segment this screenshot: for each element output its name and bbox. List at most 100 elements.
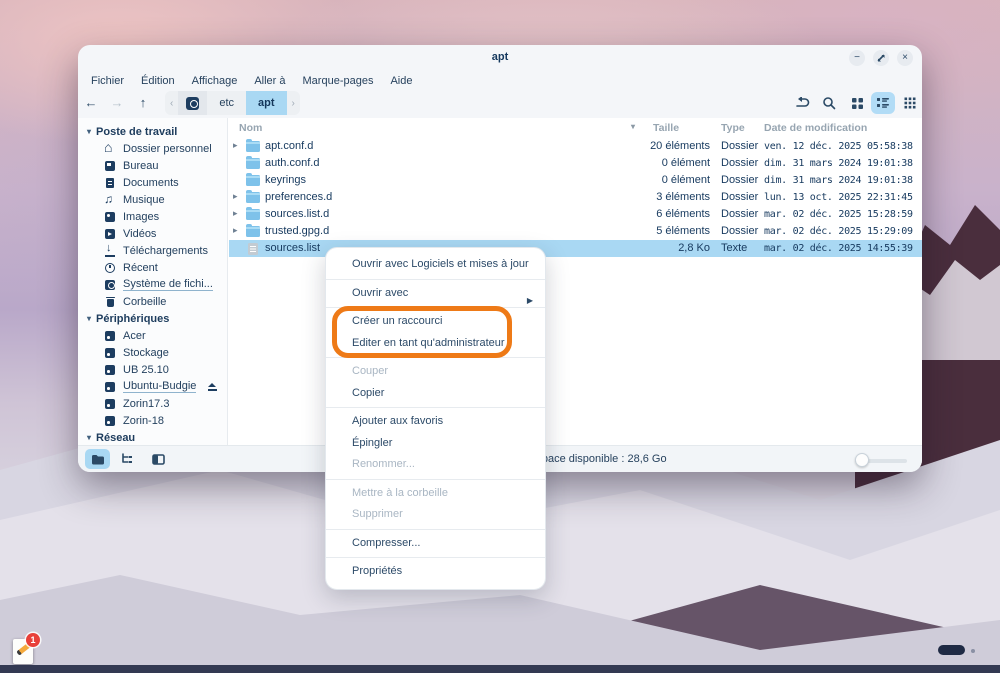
file-type: Dossier xyxy=(721,140,758,152)
menubar-item-marque-pages[interactable]: Marque-pages xyxy=(303,75,374,87)
sidebar-item-dossier-personnel[interactable]: Dossier personnel xyxy=(78,140,227,157)
context-menu: Ouvrir avec Logiciels et mises à jour Ouv… xyxy=(325,247,546,590)
sidebar-item-musique[interactable]: Musique xyxy=(78,191,227,208)
close-button[interactable]: × xyxy=(897,50,913,66)
breadcrumb-left-chevron-icon[interactable]: ‹ xyxy=(165,91,178,115)
sidebar-section-r-seau[interactable]: ▾Réseau xyxy=(78,429,227,445)
icon-view-icon xyxy=(851,97,864,110)
column-header-size[interactable]: Taille xyxy=(653,122,679,134)
menu-item-couper: Couper xyxy=(326,361,545,383)
file-name: preferences.d xyxy=(265,191,332,203)
sidebar-item-syst-me-de-fichi-[interactable]: Système de fichi... xyxy=(78,276,227,293)
compact-view-button[interactable] xyxy=(898,92,922,114)
sidebar-item-corbeille[interactable]: Corbeille xyxy=(78,293,227,310)
panel-dot-indicator[interactable] xyxy=(971,649,975,653)
zoom-slider-knob[interactable] xyxy=(855,453,869,467)
sidebar-item-label: Récent xyxy=(123,262,158,274)
menu-item-ajouter-aux-favoris[interactable]: Ajouter aux favoris xyxy=(326,411,545,433)
expander-icon[interactable]: ▸ xyxy=(233,191,238,202)
sidebar-section-p-riph-riques[interactable]: ▾Périphériques xyxy=(78,310,227,327)
menubar: Fichier Édition Affichage Aller à Marque-pag… xyxy=(78,71,922,90)
drive-icon xyxy=(104,330,116,342)
file-row-apt-conf-d[interactable]: ▸apt.conf.d20 élémentsDossierven. 12 déc… xyxy=(229,138,922,155)
sidepanel-toggle-button[interactable] xyxy=(146,449,171,469)
column-header-name[interactable]: Nom xyxy=(239,122,262,134)
breadcrumb-right-chevron-icon[interactable]: › xyxy=(287,91,300,115)
list-view-button[interactable] xyxy=(871,92,895,114)
breadcrumb-root-button[interactable] xyxy=(178,91,207,115)
expander-icon[interactable]: ▸ xyxy=(233,140,238,151)
menubar-item-affichage[interactable]: Affichage xyxy=(192,75,238,87)
sidebar-item-vid-os[interactable]: Vidéos xyxy=(78,225,227,242)
expander-icon[interactable]: ▸ xyxy=(233,208,238,219)
sort-indicator-icon[interactable]: ▾ xyxy=(631,122,635,131)
sidebar-item-zorin-18[interactable]: Zorin-18 xyxy=(78,412,227,429)
sidebar-item-documents[interactable]: Documents xyxy=(78,174,227,191)
sidebar-item-stockage[interactable]: Stockage xyxy=(78,344,227,361)
menubar-item-fichier[interactable]: Fichier xyxy=(91,75,124,87)
menu-item-ouvrir-avec[interactable]: Ouvrir avec▶ xyxy=(326,283,545,305)
drive-icon xyxy=(104,398,116,410)
file-row-preferences-d[interactable]: ▸preferences.d3 élémentsDossierlun. 13 o… xyxy=(229,189,922,206)
sidebar-item-ub-25-10[interactable]: UB 25.10 xyxy=(78,361,227,378)
breadcrumb-apt[interactable]: apt xyxy=(246,91,287,115)
file-row-sources-list-d[interactable]: ▸sources.list.d6 élémentsDossiermar. 02 … xyxy=(229,206,922,223)
window-controls: − × xyxy=(849,50,913,66)
forward-button[interactable]: → xyxy=(106,92,128,114)
up-button[interactable]: ↑ xyxy=(132,92,154,114)
notes-desktop-icon[interactable]: 1 xyxy=(13,637,37,665)
menubar-item--dition[interactable]: Édition xyxy=(141,75,175,87)
video-icon xyxy=(104,228,116,240)
sidebar-item-label: Acer xyxy=(123,330,146,342)
menu-item-propri-t-s[interactable]: Propriétés xyxy=(326,561,545,583)
file-name: auth.conf.d xyxy=(265,157,319,169)
drive-icon xyxy=(104,381,116,393)
places-toggle-button[interactable] xyxy=(85,449,110,469)
sidebar-item-r-cent[interactable]: Récent xyxy=(78,259,227,276)
file-rows: ▸apt.conf.d20 élémentsDossierven. 12 déc… xyxy=(229,138,922,257)
search-button[interactable] xyxy=(817,92,841,114)
annotation-highlight xyxy=(332,306,512,358)
toggle-location-button[interactable] xyxy=(790,92,814,114)
menu-item-pingler[interactable]: Épingler xyxy=(326,433,545,455)
file-row-auth-conf-d[interactable]: auth.conf.d0 élémentDossierdim. 31 mars … xyxy=(229,155,922,172)
column-header-type[interactable]: Type xyxy=(721,122,745,134)
sidebar-item-ubuntu-budgie[interactable]: Ubuntu-Budgie xyxy=(78,378,227,395)
sidebar-item-bureau[interactable]: Bureau xyxy=(78,157,227,174)
menubar-item-aller-[interactable]: Aller à xyxy=(254,75,285,87)
breadcrumb-etc[interactable]: etc xyxy=(207,91,246,115)
eject-icon[interactable] xyxy=(208,383,217,391)
panel-pill-indicator[interactable] xyxy=(938,645,965,655)
menu-item-copier[interactable]: Copier xyxy=(326,383,545,405)
file-type: Dossier xyxy=(721,157,758,169)
drive-icon xyxy=(104,347,116,359)
icon-view-button[interactable] xyxy=(845,92,869,114)
trash-icon xyxy=(104,296,116,308)
file-icon xyxy=(246,243,258,255)
file-size: 0 élément xyxy=(662,157,710,169)
sidebar-item-zorin17-3[interactable]: Zorin17.3 xyxy=(78,395,227,412)
file-row-keyrings[interactable]: keyrings0 élémentDossierdim. 31 mars 202… xyxy=(229,172,922,189)
download-icon xyxy=(104,245,116,257)
desktop-icon xyxy=(104,160,116,172)
file-type: Dossier xyxy=(721,225,758,237)
treeview-toggle-button[interactable] xyxy=(114,449,139,469)
zoom-slider[interactable] xyxy=(855,454,907,466)
sidebar-item-acer[interactable]: Acer xyxy=(78,327,227,344)
sidebar-item-t-l-chargements[interactable]: Téléchargements xyxy=(78,242,227,259)
menubar-item-aide[interactable]: Aide xyxy=(390,75,412,87)
minimize-button[interactable]: − xyxy=(849,50,865,66)
menu-item-compresser[interactable]: Compresser... xyxy=(326,533,545,555)
file-row-trusted-gpg-d[interactable]: ▸trusted.gpg.d5 élémentsDossiermar. 02 d… xyxy=(229,223,922,240)
file-name: sources.list xyxy=(265,242,320,254)
titlebar[interactable]: apt − × xyxy=(78,45,922,71)
sidebar-section-poste-de-travail[interactable]: ▾Poste de travail xyxy=(78,123,227,140)
menu-item-ouvrir-avec-logiciels-et-mises-jour[interactable]: Ouvrir avec Logiciels et mises à jour xyxy=(326,254,545,276)
maximize-button[interactable] xyxy=(873,50,889,66)
sidebar-item-images[interactable]: Images xyxy=(78,208,227,225)
back-button[interactable]: ← xyxy=(80,92,102,114)
sidebar-item-label: Zorin-18 xyxy=(123,415,164,427)
taskbar[interactable] xyxy=(0,665,1000,673)
expander-icon[interactable]: ▸ xyxy=(233,225,238,236)
column-header-date[interactable]: Date de modification xyxy=(764,122,867,134)
